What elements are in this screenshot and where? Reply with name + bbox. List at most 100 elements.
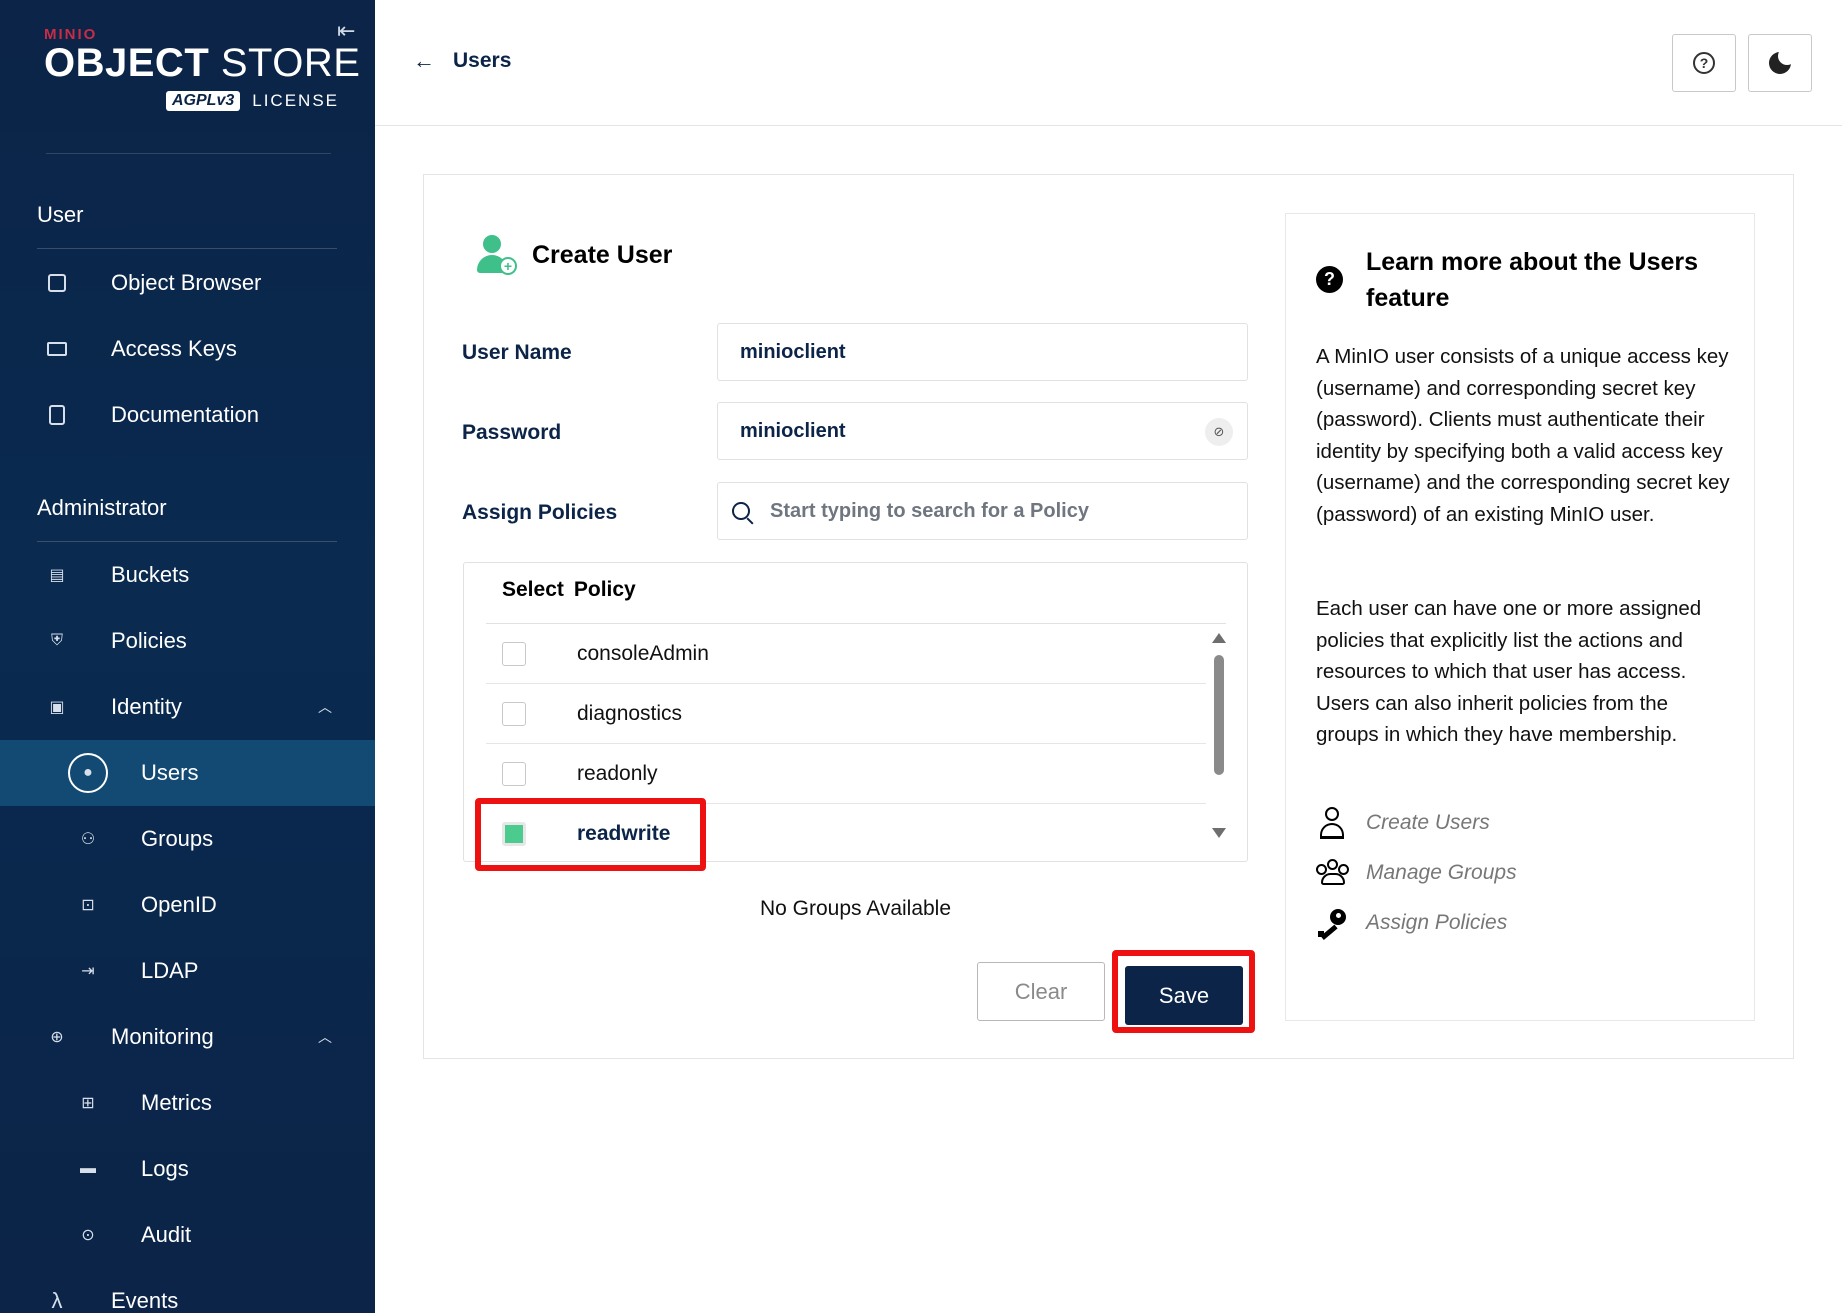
sidebar-item-events[interactable]: λ Events [0, 1268, 375, 1313]
create-user-card: + Create User User Name Password ⊘ Assig… [423, 174, 1794, 1059]
no-groups-message: No Groups Available [759, 897, 952, 920]
save-button[interactable]: Save [1125, 966, 1243, 1025]
user-circle-icon: ● [68, 753, 108, 793]
sidebar-item-label: Metrics [141, 1090, 212, 1115]
logs-icon: ▬ [80, 1160, 96, 1177]
sidebar-item-logs[interactable]: ▬ Logs [0, 1136, 375, 1202]
clear-button[interactable]: Clear [977, 962, 1105, 1021]
sidebar-item-object-browser[interactable]: Object Browser [0, 250, 375, 316]
policy-checkbox[interactable] [502, 641, 526, 666]
sidebar-item-label: OpenID [141, 892, 217, 917]
sidebar-item-audit[interactable]: ⊙ Audit [0, 1202, 375, 1268]
sidebar-item-ldap[interactable]: ⇥ LDAP [0, 938, 375, 1004]
sidebar-item-buckets[interactable]: ▤ Buckets [0, 542, 375, 608]
groups-icon [1316, 857, 1349, 889]
sidebar-item-label: Access Keys [111, 336, 237, 361]
help-link-label: Create Users [1366, 811, 1490, 834]
minio-logo[interactable]: MINIO OBJECT STORE AGPLv3 LICENSE [44, 26, 360, 126]
password-field[interactable] [740, 419, 1247, 443]
sidebar-item-groups[interactable]: ⚇ Groups [0, 806, 375, 872]
sidebar-item-label: Logs [141, 1156, 189, 1181]
policy-scrollbar[interactable] [1212, 633, 1226, 843]
lambda-icon: λ [51, 1288, 63, 1313]
collapse-sidebar-icon[interactable]: ⇤ [337, 18, 355, 44]
sidebar-item-access-keys[interactable]: Access Keys [0, 316, 375, 382]
username-field-wrap [717, 323, 1248, 381]
sidebar-item-identity[interactable]: ▣ Identity ︿ [0, 674, 375, 740]
policy-name: readonly [577, 761, 658, 785]
logo-store-text: STORE [220, 41, 361, 85]
moon-icon [1769, 47, 1796, 74]
sidebar-item-label: LDAP [141, 958, 199, 983]
username-label: User Name [462, 341, 572, 364]
scroll-down-arrow-icon[interactable] [1212, 828, 1226, 838]
help-paragraph: Each user can have one or more assigned … [1316, 597, 1702, 746]
object-browser-icon [44, 270, 70, 296]
column-header-select: Select [502, 578, 564, 601]
username-field[interactable] [740, 340, 1247, 364]
help-panel: ? Learn more about the Users feature A M… [1285, 213, 1755, 1021]
section-title-administrator: Administrator [37, 495, 167, 520]
page-title: Create User [532, 241, 673, 269]
help-link-label: Manage Groups [1366, 861, 1517, 884]
key-icon [1316, 907, 1348, 940]
assign-policies-label: Assign Policies [462, 501, 618, 524]
chevron-up-icon[interactable]: ︿ [318, 1027, 332, 1047]
help-link-manage-groups[interactable]: Manage Groups [1316, 857, 1517, 889]
question-circle-icon: ? [1693, 52, 1715, 74]
sidebar-item-monitoring[interactable]: ⊕ Monitoring ︿ [0, 1004, 375, 1070]
login-icon: ⇥ [81, 963, 95, 980]
policy-search-input[interactable] [770, 499, 1247, 523]
sidebar-item-openid[interactable]: ⊡ OpenID [0, 872, 375, 938]
monitor-search-icon: ⊕ [50, 1029, 64, 1046]
help-link-assign-policies[interactable]: Assign Policies [1316, 907, 1508, 940]
bucket-icon: ▤ [49, 567, 65, 584]
policy-checkbox[interactable] [502, 761, 526, 786]
policy-row-consoleadmin[interactable]: consoleAdmin [486, 624, 1206, 684]
toggle-password-visibility-icon[interactable]: ⊘ [1205, 418, 1233, 446]
help-link-create-users[interactable]: Create Users [1316, 807, 1490, 839]
license-text: LICENSE [252, 91, 339, 110]
sidebar-item-users[interactable]: ● Users [0, 740, 375, 806]
help-title: Learn more about the Users feature [1366, 248, 1699, 312]
sidebar-item-label: Monitoring [111, 1024, 214, 1049]
scrollbar-thumb[interactable] [1214, 655, 1224, 775]
policy-row-diagnostics[interactable]: diagnostics [486, 684, 1206, 744]
sidebar: MINIO OBJECT STORE AGPLv3 LICENSE ⇤ User… [0, 0, 375, 1313]
groups-icon: ⚇ [80, 831, 96, 848]
person-icon [1316, 807, 1348, 839]
shield-icon: ⛨ [50, 632, 63, 649]
policy-checkbox[interactable] [502, 701, 526, 726]
sidebar-item-label: Buckets [111, 562, 190, 587]
section-title-user: User [37, 202, 84, 227]
arrow-left-icon: ← [413, 48, 435, 73]
policy-table-header: Select Policy [502, 578, 636, 602]
sidebar-item-label: Groups [141, 826, 214, 851]
sidebar-item-metrics[interactable]: ⊞ Metrics [0, 1070, 375, 1136]
policy-row-readonly[interactable]: readonly [486, 744, 1206, 804]
access-keys-icon [44, 336, 70, 362]
highlight-readwrite [475, 798, 706, 871]
chevron-up-icon[interactable]: ︿ [318, 697, 332, 717]
help-button[interactable]: ? [1672, 34, 1736, 92]
logo-object-text: OBJECT [44, 41, 210, 85]
dark-mode-toggle[interactable] [1748, 34, 1812, 92]
password-field-wrap: ⊘ [717, 402, 1248, 460]
sidebar-item-label: Object Browser [111, 270, 262, 295]
documentation-icon [44, 402, 70, 428]
sidebar-item-documentation[interactable]: Documentation [0, 382, 375, 448]
logo-divider [46, 153, 331, 154]
id-card-icon: ▣ [49, 699, 65, 716]
sidebar-item-label: Audit [141, 1222, 192, 1247]
sidebar-item-label: Events [111, 1288, 179, 1313]
logo-license: AGPLv3 LICENSE [166, 91, 339, 111]
back-to-users-link[interactable]: ← Users [413, 48, 511, 74]
sidebar-item-policies[interactable]: ⛨ Policies [0, 608, 375, 674]
sidebar-item-label: Identity [111, 694, 182, 719]
help-paragraph: A MinIO user consists of a unique access… [1316, 345, 1730, 526]
help-link-label: Assign Policies [1366, 911, 1508, 934]
logo-product-name: OBJECT STORE [44, 41, 360, 86]
scroll-up-arrow-icon[interactable] [1212, 633, 1226, 643]
sidebar-item-label: Policies [111, 628, 187, 653]
column-header-policy: Policy [573, 578, 636, 601]
